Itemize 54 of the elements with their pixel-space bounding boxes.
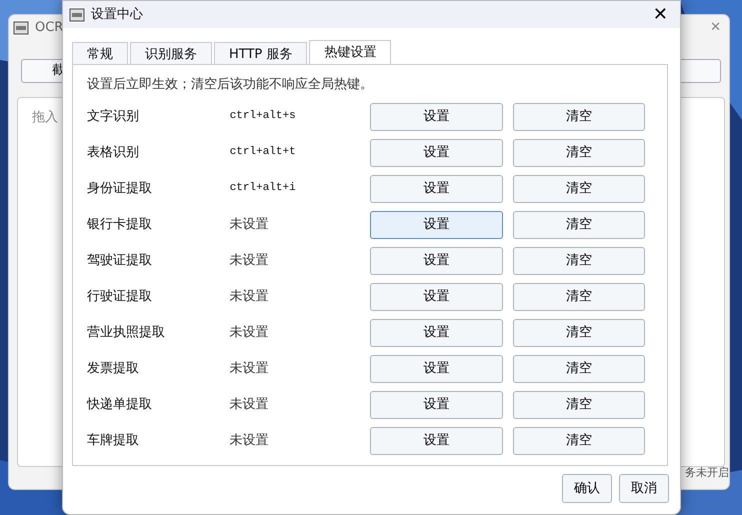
window-title: 设置中心: [91, 6, 143, 24]
set-button[interactable]: 设置: [370, 246, 503, 274]
function-label: 营业执照提取: [87, 324, 166, 342]
hotkey-text: 未设置: [230, 396, 270, 414]
set-button[interactable]: 设置: [370, 318, 503, 346]
hotkey-text: 未设置: [230, 252, 270, 270]
function-label: 驾驶证提取: [87, 252, 153, 270]
function-label: 身份证提取: [87, 180, 153, 198]
hotkey-text: ctrl+alt+t: [230, 145, 297, 160]
close-button[interactable]: ✕: [646, 6, 674, 24]
set-button[interactable]: 设置: [370, 426, 503, 454]
clear-button[interactable]: 清空: [512, 102, 645, 130]
hotkey-text: 未设置: [230, 216, 270, 234]
clear-button[interactable]: 清空: [512, 246, 645, 274]
clear-button[interactable]: 清空: [512, 390, 645, 418]
clear-button[interactable]: 清空: [512, 426, 645, 454]
window-title: OCR: [35, 19, 64, 38]
clear-button[interactable]: 清空: [512, 354, 645, 382]
function-label: 文字识别: [87, 108, 140, 126]
clear-button[interactable]: 清空: [512, 318, 645, 346]
hotkey-text: 未设置: [230, 432, 270, 450]
status-text: 务未开启: [685, 464, 729, 480]
hint-text: 设置后立即生效；清空后该功能不响应全局热键。: [87, 76, 374, 94]
clear-button[interactable]: 清空: [512, 282, 645, 310]
set-button[interactable]: 设置: [370, 390, 503, 418]
drop-hint: 拖入: [32, 109, 58, 127]
set-button[interactable]: 设置: [370, 282, 503, 310]
function-label: 表格识别: [87, 144, 140, 162]
app-icon: [13, 20, 29, 36]
clear-button[interactable]: 清空: [512, 174, 645, 202]
function-label: 行驶证提取: [87, 288, 153, 306]
confirm-button[interactable]: 确认: [562, 474, 612, 503]
hotkey-text: 未设置: [230, 288, 270, 306]
set-button[interactable]: 设置: [370, 102, 503, 130]
set-button[interactable]: 设置: [370, 174, 503, 202]
function-label: 快递单提取: [87, 396, 153, 414]
hotkey-text: ctrl+alt+i: [230, 181, 297, 196]
set-button[interactable]: 设置: [370, 210, 503, 238]
set-button[interactable]: 设置: [370, 354, 503, 382]
cancel-button[interactable]: 取消: [619, 474, 669, 503]
tab[interactable]: 常规: [72, 42, 128, 64]
hotkey-text: 未设置: [230, 324, 270, 342]
tab[interactable]: 识别服务: [130, 42, 212, 64]
tab[interactable]: 热键设置: [309, 40, 392, 64]
function-label: 车牌提取: [87, 432, 140, 450]
hotkey-text: 未设置: [230, 360, 270, 378]
hotkey-text: ctrl+alt+s: [230, 109, 297, 124]
function-label: 银行卡提取: [87, 216, 153, 234]
function-label: 发票提取: [87, 360, 140, 378]
clear-button[interactable]: 清空: [512, 138, 645, 166]
app-icon: [69, 6, 85, 22]
clear-button[interactable]: 清空: [512, 210, 645, 238]
set-button[interactable]: 设置: [370, 138, 503, 166]
tab[interactable]: HTTP 服务: [214, 42, 308, 64]
